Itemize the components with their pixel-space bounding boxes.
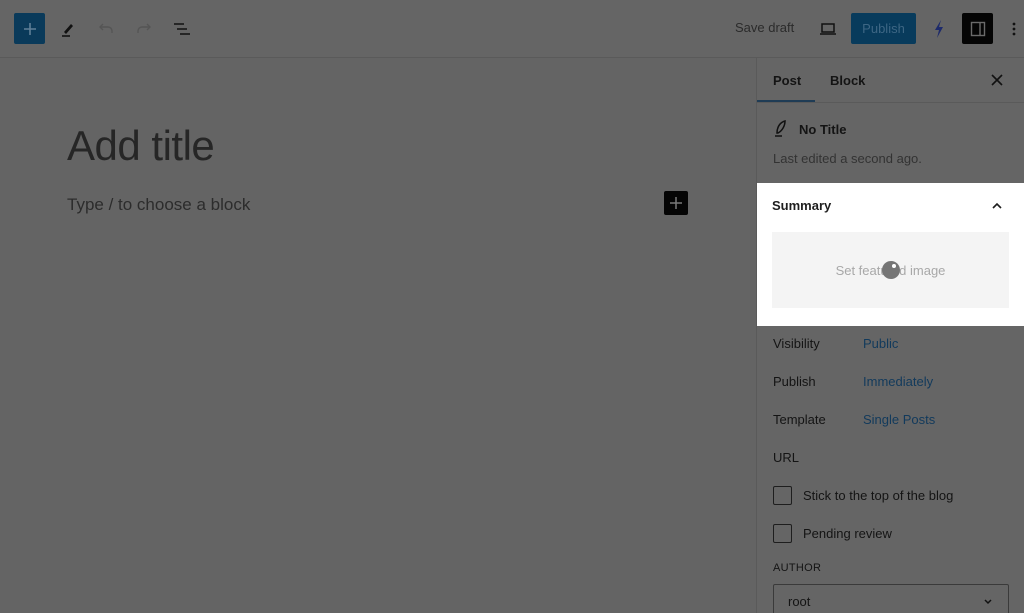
post-card: No Title bbox=[773, 120, 846, 138]
plus-icon bbox=[23, 22, 36, 35]
post-title-input[interactable]: Add title bbox=[67, 122, 215, 170]
undo-icon bbox=[99, 23, 113, 33]
post-card-title: No Title bbox=[799, 121, 847, 137]
close-icon bbox=[991, 74, 1003, 86]
list-view-button[interactable] bbox=[166, 13, 198, 45]
tab-block[interactable]: Block bbox=[830, 73, 865, 88]
redo-button[interactable] bbox=[128, 13, 160, 45]
sticky-checkbox-row[interactable]: Stick to the top of the blog bbox=[773, 486, 953, 505]
more-vertical-icon bbox=[1012, 22, 1016, 36]
summary-panel: Summary Set featured image bbox=[757, 183, 1024, 326]
tab-post[interactable]: Post bbox=[773, 73, 801, 88]
sticky-checkbox[interactable] bbox=[773, 486, 792, 505]
visibility-value-link[interactable]: Public bbox=[863, 336, 898, 351]
summary-collapse-button[interactable] bbox=[987, 196, 1007, 216]
pencil-tools-icon bbox=[62, 24, 73, 37]
close-sidebar-button[interactable] bbox=[987, 70, 1007, 90]
save-draft-button[interactable]: Save draft bbox=[735, 20, 794, 35]
active-tab-indicator bbox=[757, 100, 815, 102]
block-inserter-inline-button[interactable] bbox=[664, 191, 688, 215]
sidebar-tabs: Post Block bbox=[757, 58, 1024, 103]
set-featured-image-button[interactable]: Set featured image bbox=[772, 232, 1009, 308]
options-button[interactable] bbox=[1004, 13, 1024, 45]
editor-toolbar: Save draft Publish bbox=[0, 0, 1024, 58]
list-view-icon bbox=[174, 23, 190, 35]
sticky-checkbox-label[interactable]: Stick to the top of the blog bbox=[803, 488, 953, 503]
template-value-link[interactable]: Single Posts bbox=[863, 412, 935, 427]
plus-icon bbox=[670, 197, 682, 209]
author-select[interactable]: root bbox=[773, 584, 1009, 613]
pending-review-checkbox-row[interactable]: Pending review bbox=[773, 524, 892, 543]
settings-toggle-button[interactable] bbox=[962, 13, 993, 44]
last-edited-text: Last edited a second ago. bbox=[773, 151, 922, 166]
tools-button[interactable] bbox=[52, 13, 84, 45]
summary-panel-title[interactable]: Summary bbox=[772, 198, 831, 213]
feather-pen-icon bbox=[775, 120, 786, 137]
publish-button[interactable]: Publish bbox=[851, 13, 916, 44]
preview-button[interactable] bbox=[812, 13, 844, 45]
laptop-icon bbox=[820, 23, 836, 35]
chevron-down-icon bbox=[984, 599, 992, 605]
pending-review-checkbox-label[interactable]: Pending review bbox=[803, 526, 892, 541]
plugin-button[interactable] bbox=[923, 13, 955, 45]
block-appender[interactable]: Type / to choose a block bbox=[67, 195, 250, 215]
pending-review-checkbox[interactable] bbox=[773, 524, 792, 543]
author-select-value: root bbox=[788, 593, 811, 609]
author-label: AUTHOR bbox=[773, 562, 822, 574]
template-label: Template bbox=[773, 412, 826, 427]
publish-date-link[interactable]: Immediately bbox=[863, 374, 933, 389]
visibility-label: Visibility bbox=[773, 336, 820, 351]
block-inserter-button[interactable] bbox=[14, 13, 45, 44]
sidebar-toggle-icon bbox=[970, 21, 985, 36]
url-label[interactable]: URL bbox=[773, 450, 799, 465]
lightning-icon bbox=[935, 20, 943, 38]
chevron-up-icon bbox=[992, 202, 1002, 209]
settings-sidebar: Post Block No Title Last edited a second… bbox=[756, 58, 1024, 613]
publish-label: Publish bbox=[773, 374, 816, 389]
loading-spinner-icon bbox=[882, 261, 900, 279]
redo-icon bbox=[137, 23, 151, 33]
undo-button[interactable] bbox=[90, 13, 122, 45]
